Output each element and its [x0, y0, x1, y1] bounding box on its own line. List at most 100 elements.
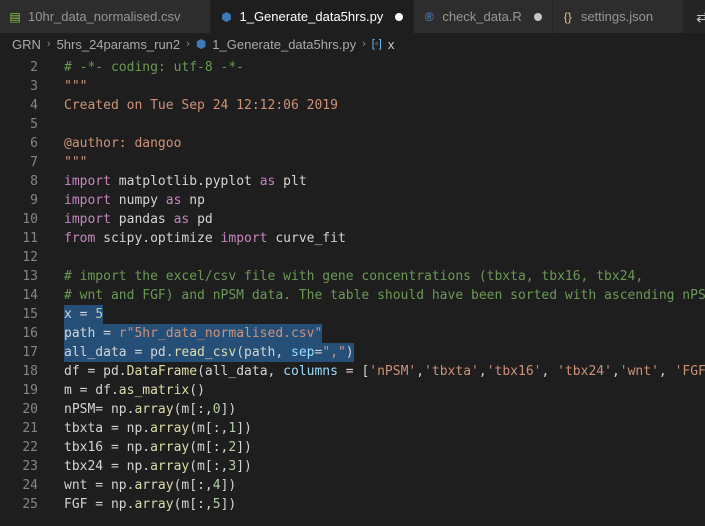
code-line[interactable]: 15 x = 5: [0, 305, 705, 324]
line-number: 19: [22, 383, 38, 398]
code-token: matplotlib.pyplot: [110, 174, 260, 189]
code-token: pd: [189, 212, 213, 227]
breadcrumb-item[interactable]: GRN: [12, 37, 41, 52]
line-number: 6: [30, 136, 38, 151]
code-token: # -*- coding: utf-8 -*-: [64, 60, 245, 75]
code-token: array: [150, 421, 190, 436]
editor-tab-bar: ▤ 10hr_data_normalised.csv ⬢ 1_Generate_dat…: [0, 0, 705, 33]
code-token: array: [150, 459, 190, 474]
variable-icon: [◦]: [371, 38, 382, 50]
code-token: pandas: [110, 212, 174, 227]
unsaved-dot-icon[interactable]: [395, 12, 404, 21]
editor-tab[interactable]: {} settings.json: [552, 0, 685, 33]
code-token: ,: [658, 364, 675, 379]
code-token: m = df.: [64, 383, 119, 398]
code-line[interactable]: 5: [0, 115, 705, 134]
line-number: 16: [22, 326, 38, 341]
code-token: # wnt and FGF) and nPSM data. The table …: [64, 288, 705, 303]
code-line[interactable]: 6 @author: dangoo: [0, 134, 705, 153]
code-token: 'tbxta': [424, 364, 479, 379]
code-token: 'tbx16': [486, 364, 542, 379]
code-line[interactable]: 3 """: [0, 77, 705, 96]
code-line[interactable]: 18 df = pd.DataFrame(all_data, columns = …: [0, 362, 705, 381]
code-token: 5: [95, 307, 104, 322]
code-line[interactable]: 20 nPSM= np.array(m[:,0]): [0, 400, 705, 419]
line-number: 22: [22, 440, 38, 455]
code-text: m = df.as_matrix(): [64, 381, 205, 400]
code-line[interactable]: 19 m = df.as_matrix(): [0, 381, 705, 400]
code-token: array: [134, 497, 174, 512]
code-token: 'wnt': [619, 364, 659, 379]
code-token: 'nPSM': [369, 364, 417, 379]
code-line[interactable]: 14 # wnt and FGF) and nPSM data. The tabl…: [0, 286, 705, 305]
code-line[interactable]: 12: [0, 248, 705, 267]
code-line[interactable]: 2 # -*- coding: utf-8 -*-: [0, 58, 705, 77]
code-line[interactable]: 4 Created on Tue Sep 24 12:12:06 2019: [0, 96, 705, 115]
code-line[interactable]: 25 FGF = np.array(m[:,5]): [0, 495, 705, 514]
code-token: (): [189, 383, 205, 398]
line-number: 17: [22, 345, 38, 360]
editor-tab[interactable]: ⬢ 1_Generate_data5hrs.py: [211, 0, 415, 33]
code-text: # -*- coding: utf-8 -*-: [64, 58, 244, 77]
code-text: tbx24 = np.array(m[:,3]): [64, 457, 252, 476]
unsaved-dot-icon[interactable]: [533, 12, 542, 21]
code-line[interactable]: 10 import pandas as pd: [0, 210, 705, 229]
line-number: 8: [30, 174, 38, 189]
code-line[interactable]: 7 """: [0, 153, 705, 172]
breadcrumb-item[interactable]: 1_Generate_data5hrs.py: [212, 37, 356, 52]
code-token: curve_fit: [267, 231, 346, 246]
code-line[interactable]: 23 tbx24 = np.array(m[:,3]): [0, 457, 705, 476]
chevron-right-icon: ›: [362, 38, 366, 50]
code-token: columns: [283, 364, 338, 379]
python-icon: ⬢: [221, 9, 232, 24]
chevron-right-icon: ›: [186, 38, 190, 50]
code-token: array: [134, 402, 174, 417]
code-token: import: [64, 193, 111, 208]
code-token: all_data = pd.: [64, 345, 174, 360]
code-line[interactable]: 22 tbx16 = np.array(m[:,2]): [0, 438, 705, 457]
code-token: as: [173, 212, 190, 227]
code-text: tbxta = np.array(m[:,1]): [64, 419, 252, 438]
code-token: scipy.optimize: [95, 231, 221, 246]
code-line[interactable]: 11 from scipy.optimize import curve_fit: [0, 229, 705, 248]
line-number: 25: [22, 497, 38, 512]
code-line[interactable]: 21 tbxta = np.array(m[:,1]): [0, 419, 705, 438]
line-number: 15: [22, 307, 38, 322]
open-changes-icon[interactable]: ⇄: [684, 0, 705, 33]
code-token: (all_data,: [197, 364, 284, 379]
code-line[interactable]: 13 # import the excel/csv file with gene …: [0, 267, 705, 286]
line-number: 24: [22, 478, 38, 493]
code-token: # import the excel/csv file with gene co…: [64, 269, 644, 284]
code-line[interactable]: 8 import matplotlib.pyplot as plt: [0, 172, 705, 191]
code-editor[interactable]: 2 # -*- coding: utf-8 -*- 3 """ 4 Created on …: [0, 58, 705, 526]
code-token: as_matrix: [118, 383, 190, 398]
code-token: = [: [337, 364, 370, 379]
code-line[interactable]: 24 wnt = np.array(m[:,4]): [0, 476, 705, 495]
code-text: import numpy as np: [64, 191, 205, 210]
chevron-right-icon: ›: [46, 38, 51, 50]
code-token: read_csv: [173, 345, 237, 360]
code-text: df = pd.DataFrame(all_data, columns = ['…: [64, 362, 705, 381]
line-number: 5: [30, 117, 38, 132]
line-number: 13: [22, 269, 38, 284]
code-token: """: [64, 79, 88, 94]
code-text: path = r"5hr_data_normalised.csv": [64, 324, 323, 343]
code-token: 'FGF': [674, 364, 705, 379]
breadcrumb-item[interactable]: x: [388, 37, 395, 52]
editor-tab[interactable]: ▤ 10hr_data_normalised.csv: [0, 0, 212, 33]
line-number: 23: [22, 459, 38, 474]
code-text: FGF = np.array(m[:,5]): [64, 495, 236, 514]
breadcrumb-item[interactable]: 5hrs_24params_run2: [57, 37, 181, 52]
code-token: array: [150, 440, 190, 455]
code-token: as: [259, 174, 276, 189]
code-line[interactable]: 17 all_data = pd.read_csv(path, sep=","): [0, 343, 705, 362]
code-token: """: [64, 155, 88, 170]
code-line[interactable]: 9 import numpy as np: [0, 191, 705, 210]
code-line[interactable]: 16 path = r"5hr_data_normalised.csv": [0, 324, 705, 343]
code-token: tbx16 = np.: [64, 440, 151, 455]
editor-tab[interactable]: ® check_data.R: [414, 0, 553, 33]
code-token: @author: dangoo: [64, 136, 182, 151]
code-token: ,: [416, 364, 425, 379]
code-token: ]): [220, 497, 237, 512]
tab-label: 10hr_data_normalised.csv: [28, 9, 181, 24]
